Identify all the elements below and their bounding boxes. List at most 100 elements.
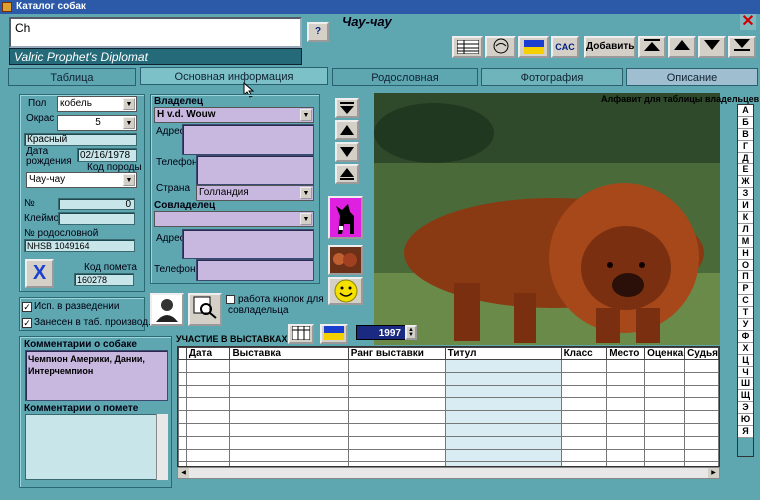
alphabet-letter[interactable]: П (738, 271, 753, 284)
alphabet-letter[interactable]: И (738, 200, 753, 213)
scroll-left-icon[interactable]: ◀ (178, 468, 189, 478)
table-cell[interactable] (444, 448, 562, 463)
alphabet-letter[interactable]: В (738, 128, 753, 141)
table-cell[interactable] (644, 410, 686, 424)
alphabet-letter[interactable]: К (738, 212, 753, 224)
table-cell[interactable] (185, 371, 231, 386)
alphabet-letter[interactable]: Х (738, 342, 753, 355)
alphabet-letter[interactable]: Д (738, 152, 753, 165)
table-cell[interactable] (178, 448, 187, 463)
co-address-field[interactable] (182, 229, 314, 259)
dob-field[interactable]: 02/16/1978 (77, 148, 137, 162)
tab-main-info[interactable]: Основная информация (140, 67, 328, 85)
alphabet-letter[interactable]: Ю (738, 414, 753, 427)
table-cell[interactable] (229, 422, 349, 437)
owner-first-button[interactable] (335, 98, 359, 118)
address-field[interactable] (182, 124, 314, 155)
table-cell[interactable] (347, 371, 446, 386)
alphabet-letter[interactable]: Т (738, 307, 753, 320)
owner-prev-button[interactable] (335, 120, 359, 140)
table-cell[interactable] (444, 371, 562, 386)
table-cell[interactable] (178, 410, 187, 424)
table-row[interactable] (178, 359, 719, 373)
table-cell[interactable] (684, 359, 719, 373)
table-cell[interactable] (644, 422, 686, 437)
column-header[interactable]: Ранг выставки (347, 347, 446, 360)
table-cell[interactable] (606, 435, 646, 450)
color-name-field[interactable]: Красный (24, 133, 137, 146)
add-button[interactable]: Добавить (584, 36, 636, 58)
table-cell[interactable] (178, 397, 187, 412)
table-cell[interactable] (560, 397, 608, 412)
alphabet-letter[interactable]: Г (738, 140, 753, 153)
table-cell[interactable] (347, 397, 446, 412)
alphabet-letter[interactable]: Л (738, 223, 753, 236)
alphabet-letter[interactable]: Р (738, 283, 753, 296)
column-header[interactable]: Оценка (644, 347, 686, 360)
tab-table[interactable]: Таблица (8, 68, 136, 86)
table-row[interactable] (178, 435, 719, 450)
tab-photo[interactable]: Фотография (481, 68, 623, 86)
table-cell[interactable] (178, 384, 187, 399)
table-cell[interactable] (185, 422, 231, 437)
table-row[interactable] (178, 410, 719, 424)
table-cell[interactable] (229, 397, 349, 412)
alphabet-letter[interactable]: Э (738, 402, 753, 415)
table-cell[interactable] (229, 448, 349, 463)
alphabet-letter[interactable]: Щ (738, 390, 753, 403)
table-cell[interactable] (229, 435, 349, 450)
owner-last-button[interactable] (335, 164, 359, 184)
dog-comments-textarea[interactable]: Чемпион Америки, Дании, Интерчемпион (25, 350, 168, 401)
alphabet-letter[interactable]: О (738, 259, 753, 272)
table-cell[interactable] (444, 410, 562, 424)
phone-field[interactable] (196, 155, 314, 185)
table-row[interactable] (178, 422, 719, 437)
table-cell[interactable] (229, 359, 349, 373)
column-header[interactable]: Дата (185, 347, 231, 360)
table-row[interactable] (178, 448, 719, 463)
alphabet-letter[interactable]: Ж (738, 176, 753, 189)
alphabet-letter[interactable]: Ч (738, 366, 753, 379)
alphabet-letter[interactable]: Ф (738, 330, 753, 343)
table-cell[interactable] (684, 384, 719, 399)
table-cell[interactable] (606, 410, 646, 424)
tab-description[interactable]: Описание (626, 68, 758, 86)
table-cell[interactable] (644, 448, 686, 463)
registered-checkbox[interactable]: ✓ (22, 318, 32, 328)
table-cell[interactable] (185, 384, 231, 399)
table-cell[interactable] (644, 371, 686, 386)
table-cell[interactable] (560, 448, 608, 463)
breed-dropdown[interactable]: Чау-чау ▼ (26, 172, 137, 188)
table-cell[interactable] (185, 448, 231, 463)
litter-comments-textarea[interactable] (25, 414, 168, 480)
smiley-button[interactable] (328, 277, 363, 305)
dog-silhouette-button[interactable] (328, 196, 363, 239)
next-record-button[interactable] (698, 36, 726, 58)
coowner-dropdown[interactable]: ▼ (154, 211, 314, 227)
table-cell[interactable] (644, 384, 686, 399)
table-cell[interactable] (178, 359, 187, 373)
table-cell[interactable] (644, 397, 686, 412)
prev-record-button[interactable] (668, 36, 696, 58)
year-spinner-arrows[interactable]: ▲ ▼ (405, 325, 417, 340)
table-cell[interactable] (560, 435, 608, 450)
clear-x-button[interactable]: X (25, 259, 54, 288)
shows-table[interactable]: Дата Выставка Ранг выставки Титул Класс Место… (177, 346, 720, 467)
column-header[interactable]: Титул (444, 347, 562, 360)
tab-pedigree[interactable]: Родословная (332, 68, 478, 86)
owner-next-button[interactable] (335, 142, 359, 162)
table-cell[interactable] (684, 448, 719, 463)
table-cell[interactable] (606, 448, 646, 463)
shows-table-button[interactable] (288, 324, 314, 344)
table-cell[interactable] (347, 435, 446, 450)
table-cell[interactable] (178, 422, 187, 437)
litter-comments-scrollbar[interactable] (156, 414, 168, 480)
table-cell[interactable] (606, 384, 646, 399)
column-header[interactable]: Класс (560, 347, 608, 360)
table-cell[interactable] (560, 410, 608, 424)
search-input[interactable]: Ch (9, 17, 302, 48)
help-button[interactable]: ? (307, 22, 329, 42)
alphabet-letter[interactable]: З (738, 188, 753, 201)
table-cell[interactable] (684, 435, 719, 450)
column-header[interactable]: Выставка (229, 347, 349, 360)
